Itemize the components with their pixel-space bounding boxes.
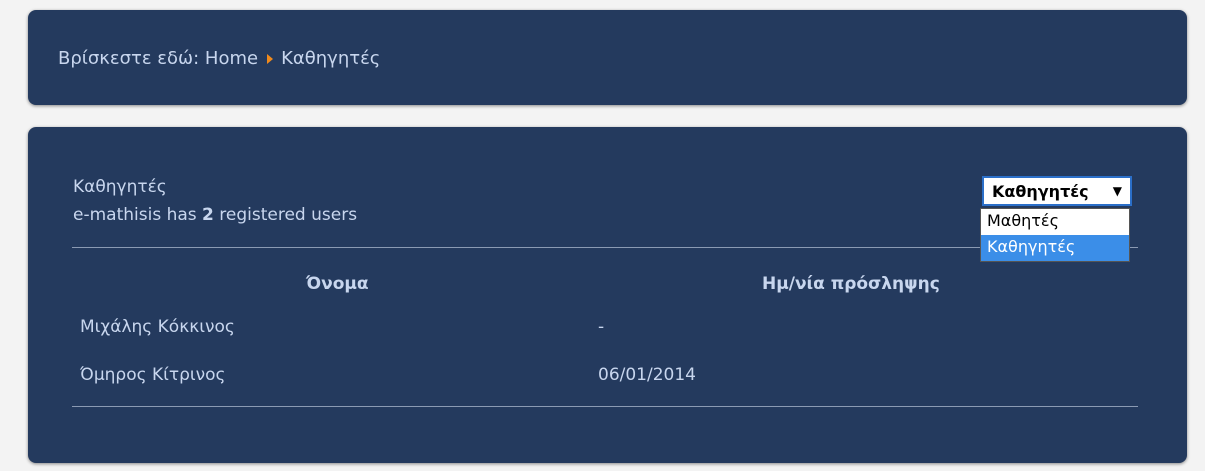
- table-cell-name: Όμηρος Κίτρινος: [80, 365, 226, 385]
- role-filter-options: Μαθητές Καθηγητές: [980, 208, 1130, 262]
- chevron-right-icon: [267, 53, 274, 64]
- column-header-hire-date: Ημ/νία πρόσληψης: [762, 274, 940, 294]
- breadcrumb-home-link[interactable]: Home: [205, 48, 258, 69]
- column-header-name: Όνομα: [306, 274, 369, 294]
- breadcrumb-panel: Βρίσκεστε εδώ: Home Καθηγητές: [28, 10, 1187, 105]
- breadcrumb-current: Καθηγητές: [281, 48, 381, 69]
- user-count-suffix: registered users: [213, 205, 358, 225]
- role-title: Καθηγητές: [73, 177, 167, 197]
- user-count-text: e-mathisis has 2 registered users: [73, 205, 357, 225]
- user-count-number: 2: [202, 205, 214, 225]
- role-option-teachers[interactable]: Καθηγητές: [981, 235, 1129, 261]
- divider-top: [72, 247, 1138, 248]
- divider-bottom: [72, 406, 1138, 407]
- table-cell-date: -: [598, 317, 605, 337]
- role-filter-selected: Καθηγητές: [992, 182, 1089, 201]
- breadcrumb-prefix: Βρίσκεστε εδώ:: [58, 48, 200, 69]
- role-option-students[interactable]: Μαθητές: [981, 209, 1129, 235]
- table-cell-date: 06/01/2014: [598, 365, 696, 385]
- table-cell-name: Μιχάλης Κόκκινος: [80, 317, 235, 337]
- role-filter-select[interactable]: Καθηγητές ▼: [982, 176, 1132, 206]
- breadcrumb: Βρίσκεστε εδώ: Home Καθηγητές: [58, 48, 380, 69]
- user-count-prefix: e-mathisis has: [73, 205, 203, 225]
- users-panel: Καθηγητές e-mathisis has 2 registered us…: [28, 127, 1187, 463]
- caret-down-icon: ▼: [1112, 184, 1122, 198]
